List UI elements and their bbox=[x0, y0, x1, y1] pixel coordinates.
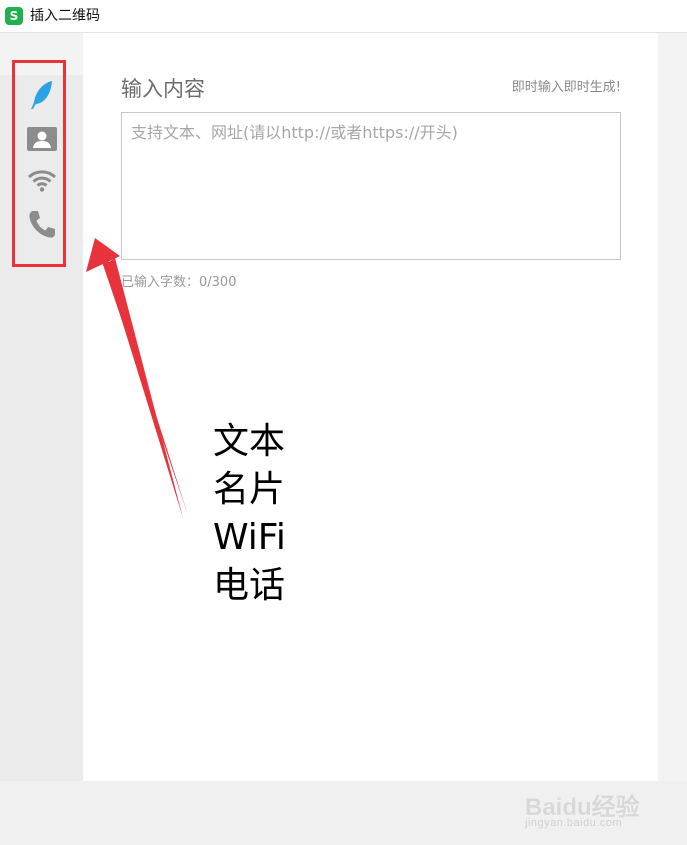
instant-hint: 即时输入即时生成! bbox=[511, 80, 621, 95]
annotation-labels: 文本 名片 WiFi 电话 bbox=[213, 418, 286, 610]
app-logo-icon: S bbox=[5, 7, 23, 25]
sidebar-highlight-frame bbox=[12, 60, 66, 267]
title-bar: S 插入二维码 bbox=[0, 0, 687, 33]
watermark-url: jingyan.baidu.com bbox=[525, 817, 623, 829]
right-margin bbox=[658, 33, 687, 781]
annotation-label-card: 名片 bbox=[213, 469, 286, 510]
baidu-watermark: Baidu经验 jingyan.baidu.com bbox=[525, 783, 680, 838]
annotation-label-wifi: WiFi bbox=[213, 517, 286, 558]
char-counter: 已输入字数：0/300 bbox=[121, 275, 237, 290]
annotation-label-text: 文本 bbox=[213, 421, 286, 462]
section-title: 输入内容 bbox=[121, 77, 205, 101]
annotation-label-phone: 电话 bbox=[213, 565, 286, 606]
content-input-placeholder: 支持文本、网址(请以http://或者https://开头) bbox=[131, 123, 458, 142]
content-input[interactable]: 支持文本、网址(请以http://或者https://开头) bbox=[121, 112, 621, 260]
window-title: 插入二维码 bbox=[30, 8, 100, 24]
